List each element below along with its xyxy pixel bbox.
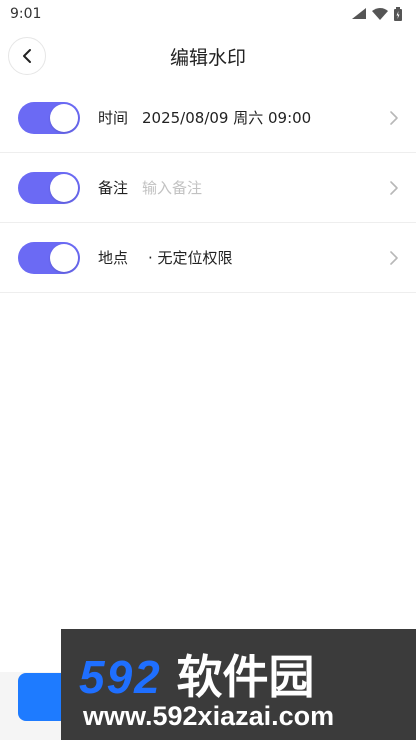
note-label: 备注 (98, 179, 129, 197)
status-time: 9:01 (10, 6, 42, 22)
watermark-url: www.592xiazai.com (83, 701, 335, 731)
page-title: 编辑水印 (169, 46, 246, 69)
chevron-left-icon (23, 49, 31, 63)
note-row[interactable]: 备注 输入备注 (0, 153, 416, 223)
battery-icon (394, 7, 402, 21)
watermark-number: 592 (79, 651, 162, 703)
time-row[interactable]: 时间 2025/08/09 周六 09:00 (0, 83, 416, 153)
watermark-brand: 软件园 (176, 651, 315, 703)
wifi-icon (372, 8, 388, 20)
toggle-knob (50, 243, 78, 272)
toggle-knob (50, 103, 78, 132)
site-watermark: 592 软件园 www.592xiazai.com (61, 629, 416, 740)
toggle-knob (50, 173, 78, 202)
status-bar: 9:01 (0, 0, 416, 28)
header: 编辑水印 (0, 28, 416, 84)
note-toggle[interactable] (18, 171, 80, 204)
location-value: · 无定位权限 (148, 249, 233, 267)
back-button[interactable] (8, 37, 46, 75)
location-row[interactable]: 地点 · 无定位权限 (0, 223, 416, 293)
chevron-right-icon (390, 250, 398, 265)
location-toggle[interactable] (18, 241, 80, 274)
time-label: 时间 (98, 109, 129, 127)
status-icons (352, 7, 402, 21)
chevron-right-icon (390, 180, 398, 195)
time-value: 2025/08/09 周六 09:00 (142, 109, 312, 127)
signal-icon (352, 8, 366, 19)
location-label: 地点 (98, 249, 129, 267)
watermark-logo: 592 软件园 (79, 641, 315, 707)
note-input[interactable]: 输入备注 (142, 177, 202, 198)
time-toggle[interactable] (18, 101, 80, 134)
chevron-right-icon (390, 110, 398, 125)
